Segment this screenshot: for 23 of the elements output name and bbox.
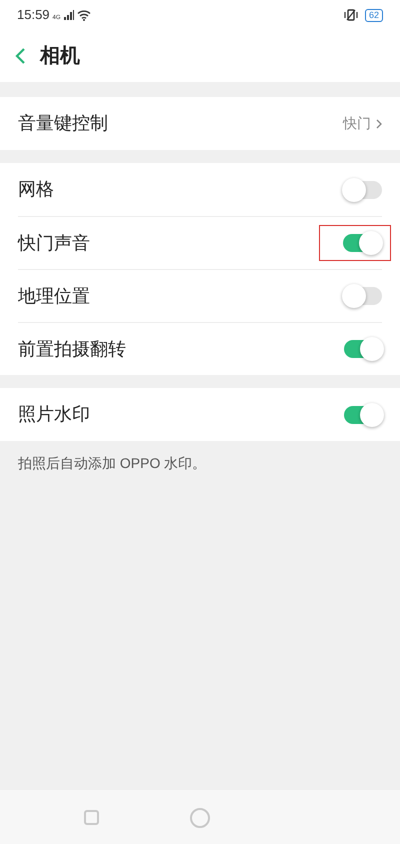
toggle-switch[interactable] [344,287,382,305]
setting-label: 地理位置 [18,284,90,308]
battery-indicator: 62 [364,8,383,22]
chevron-icon [376,118,382,128]
page-title: 相机 [40,44,80,69]
toggle-switch[interactable] [343,234,381,252]
setting-label: 网格 [18,178,54,201]
setting-label: 前置拍摄翻转 [18,338,126,360]
note-text: 拍照后自动添加 OPPO 水印。 [17,454,208,473]
toggle-switch[interactable] [344,340,382,358]
home-button[interactable] [190,808,210,828]
signal-icon [64,10,74,20]
setting-label: 快门声音 [18,232,90,254]
back-icon[interactable] [14,47,26,65]
toggle-switch[interactable] [344,406,382,424]
wifi-icon [76,10,91,20]
setting-value[interactable]: 快门 [343,113,371,134]
setting-label: 音量键控制 [18,112,108,135]
setting-label: 照片水印 [18,403,90,426]
toggle-switch[interactable] [344,180,382,198]
recents-button[interactable] [84,810,99,825]
vibrate-icon [342,9,359,21]
status-time: 15:59 [17,6,50,24]
